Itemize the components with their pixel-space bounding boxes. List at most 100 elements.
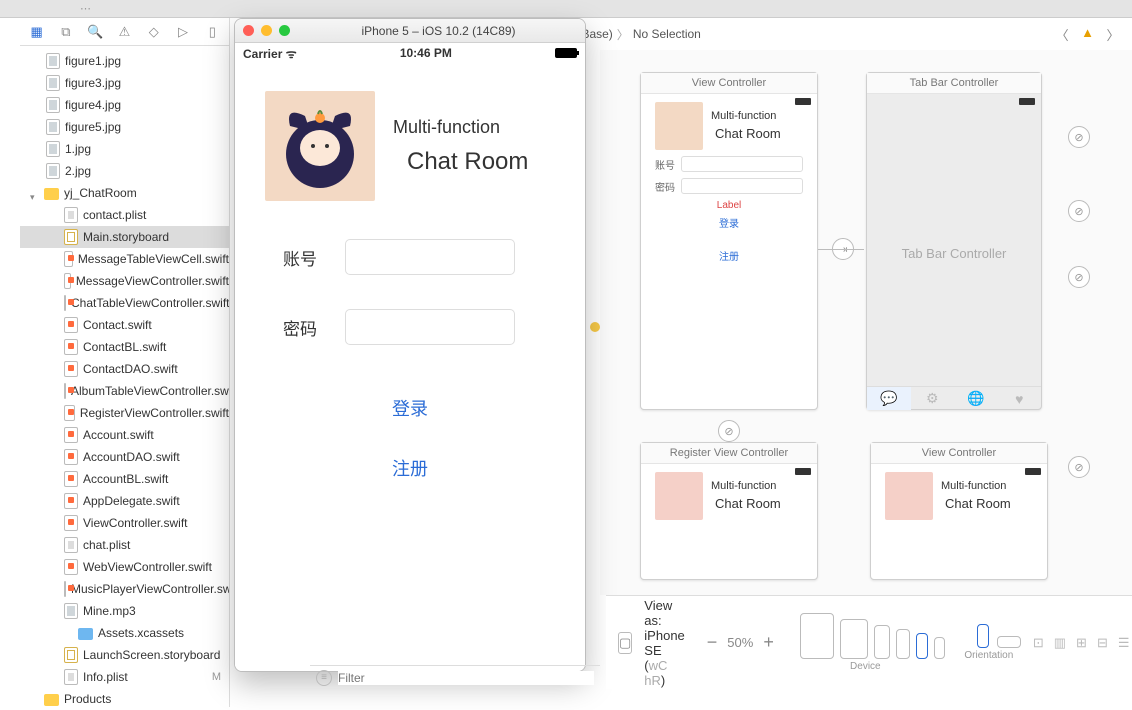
scene-view-controller[interactable]: View Controller Multi-function Chat Room… <box>640 72 818 410</box>
device-ipad[interactable] <box>840 619 868 659</box>
warning-icon[interactable]: ▲ <box>1081 25 1094 43</box>
file-navigator-tab[interactable]: ▦ <box>28 23 45 41</box>
file-row[interactable]: WebViewController.swift <box>20 556 229 578</box>
outline-marker-icon[interactable] <box>590 322 600 332</box>
file-row[interactable]: yj_ChatRoom <box>20 182 229 204</box>
symbol-navigator-tab[interactable]: ⧉ <box>57 23 74 41</box>
login-link[interactable]: 登录 <box>641 215 817 230</box>
file-row[interactable]: ContactDAO.swift <box>20 358 229 380</box>
debug-navigator-tab[interactable]: ▷ <box>174 23 191 41</box>
view-as-label[interactable]: View as: iPhone SE (wC hR) <box>644 598 684 688</box>
tab-chat-icon[interactable]: 💬 <box>867 387 911 410</box>
file-row[interactable]: LaunchScreen.storyboard <box>20 644 229 666</box>
test-navigator-tab[interactable]: ◇ <box>145 23 162 41</box>
segue-icon[interactable]: ⊘ <box>1068 266 1090 288</box>
file-row[interactable]: Main.storyboard <box>20 226 229 248</box>
pin-icon[interactable]: ⊞ <box>1076 635 1087 651</box>
breakpoint-navigator-tab[interactable]: ▯ <box>204 23 221 41</box>
stack-icon[interactable]: ☰ <box>1118 635 1130 651</box>
file-row[interactable]: ContactBL.swift <box>20 336 229 358</box>
resolve-icon[interactable]: ⊟ <box>1097 635 1108 651</box>
file-row[interactable]: Mine.mp3 <box>20 600 229 622</box>
orientation-portrait[interactable] <box>977 624 989 648</box>
zoom-window-icon[interactable] <box>279 25 290 36</box>
file-name: WebViewController.swift <box>83 560 212 574</box>
file-row[interactable]: MessageTableViewCell.swift <box>20 248 229 270</box>
file-row[interactable]: ViewController.swift <box>20 512 229 534</box>
device-ipad-large[interactable] <box>800 613 834 659</box>
file-row[interactable]: contact.plist <box>20 204 229 226</box>
file-tree[interactable]: figure1.jpgfigure3.jpgfigure4.jpgfigure5… <box>20 46 229 710</box>
device-iphone[interactable] <box>896 629 910 659</box>
file-row[interactable]: chat.plist <box>20 534 229 556</box>
segue-icon[interactable]: ⊘ <box>1068 200 1090 222</box>
file-name: ChatTableViewController.swift <box>71 296 229 310</box>
device-iphone-se[interactable] <box>916 633 928 659</box>
password-input[interactable] <box>345 309 515 345</box>
back-arrow-icon[interactable]: 〈 <box>1053 25 1071 43</box>
disclosure-icon[interactable] <box>30 189 39 198</box>
crumb-selection[interactable]: No Selection <box>633 27 701 41</box>
file-row[interactable]: Info.plistM <box>20 666 229 688</box>
login-button[interactable]: 登录 <box>392 395 428 421</box>
disclosure-icon[interactable] <box>30 695 39 704</box>
search-navigator-tab[interactable]: 🔍 <box>87 23 104 41</box>
file-row[interactable]: ChatTableViewController.swift <box>20 292 229 314</box>
zoom-in-button[interactable]: + <box>763 632 774 653</box>
file-row[interactable]: MusicPlayerViewController.swift <box>20 578 229 600</box>
password-label: 密码 <box>283 315 327 340</box>
scene-register-controller[interactable]: Register View Controller Multi-function … <box>640 442 818 580</box>
file-row[interactable]: figure4.jpg <box>20 94 229 116</box>
ib-canvas[interactable]: View Controller Multi-function Chat Room… <box>600 50 1132 595</box>
avatar-image <box>885 472 933 520</box>
segue-icon[interactable]: ⊘ <box>718 420 740 442</box>
minimize-window-icon[interactable] <box>261 25 272 36</box>
file-row[interactable]: Account.swift <box>20 424 229 446</box>
file-row[interactable]: Assets.xcassets <box>20 622 229 644</box>
document-outline-toggle[interactable]: ▢ <box>618 632 632 654</box>
file-row[interactable]: figure1.jpg <box>20 50 229 72</box>
scene-view-controller-2[interactable]: View Controller Multi-function Chat Room <box>870 442 1048 580</box>
ios-status-bar: Carrier ᯤ 10:46 PM <box>235 43 585 63</box>
account-field[interactable] <box>681 156 803 172</box>
file-row[interactable]: figure3.jpg <box>20 72 229 94</box>
forward-arrow-icon[interactable]: 〉 <box>1104 25 1122 43</box>
segue-icon[interactable]: ⊘ <box>1068 126 1090 148</box>
file-row[interactable]: AppDelegate.swift <box>20 490 229 512</box>
tab-contacts-icon[interactable]: ⚙ <box>911 387 955 410</box>
orientation-picker[interactable] <box>977 624 1021 648</box>
filter-input[interactable] <box>338 671 594 685</box>
file-row[interactable]: Contact.swift <box>20 314 229 336</box>
scene-tabbar-controller[interactable]: Tab Bar Controller Tab Bar Controller 💬 … <box>866 72 1042 410</box>
issue-navigator-tab[interactable]: ⚠ <box>116 23 133 41</box>
file-name: ContactBL.swift <box>83 340 166 354</box>
tab-favorite-icon[interactable]: ♥ <box>998 387 1042 410</box>
password-field[interactable] <box>681 178 803 194</box>
file-row[interactable]: AlbumTableViewController.swift <box>20 380 229 402</box>
filter-scope-icon[interactable]: ≡ <box>316 670 332 686</box>
file-row[interactable]: AccountBL.swift <box>20 468 229 490</box>
register-link[interactable]: 注册 <box>641 248 817 263</box>
file-row[interactable]: RegisterViewController.swift <box>20 402 229 424</box>
orientation-landscape[interactable] <box>997 636 1021 648</box>
file-name: AccountBL.swift <box>83 472 168 486</box>
file-row[interactable]: 2.jpg <box>20 160 229 182</box>
segue-icon[interactable]: ⊘ <box>1068 456 1090 478</box>
embed-icon[interactable]: ⊡ <box>1033 635 1044 651</box>
device-iphone-plus[interactable] <box>874 625 890 659</box>
close-window-icon[interactable] <box>243 25 254 36</box>
align-icon[interactable]: ▥ <box>1054 635 1066 651</box>
device-iphone-4s[interactable] <box>934 637 945 659</box>
zoom-out-button[interactable]: − <box>707 632 718 653</box>
file-row[interactable]: 1.jpg <box>20 138 229 160</box>
mini-battery-icon <box>1025 468 1041 475</box>
tab-web-icon[interactable]: 🌐 <box>954 387 998 410</box>
file-row[interactable]: MessageViewController.swift <box>20 270 229 292</box>
account-input[interactable] <box>345 239 515 275</box>
device-picker[interactable] <box>800 613 945 659</box>
file-row[interactable]: AccountDAO.swift <box>20 446 229 468</box>
file-row[interactable]: figure5.jpg <box>20 116 229 138</box>
simulator-titlebar[interactable]: iPhone 5 – iOS 10.2 (14C89) <box>235 19 585 43</box>
register-button[interactable]: 注册 <box>392 455 428 481</box>
disclosure-icon[interactable] <box>64 629 73 638</box>
